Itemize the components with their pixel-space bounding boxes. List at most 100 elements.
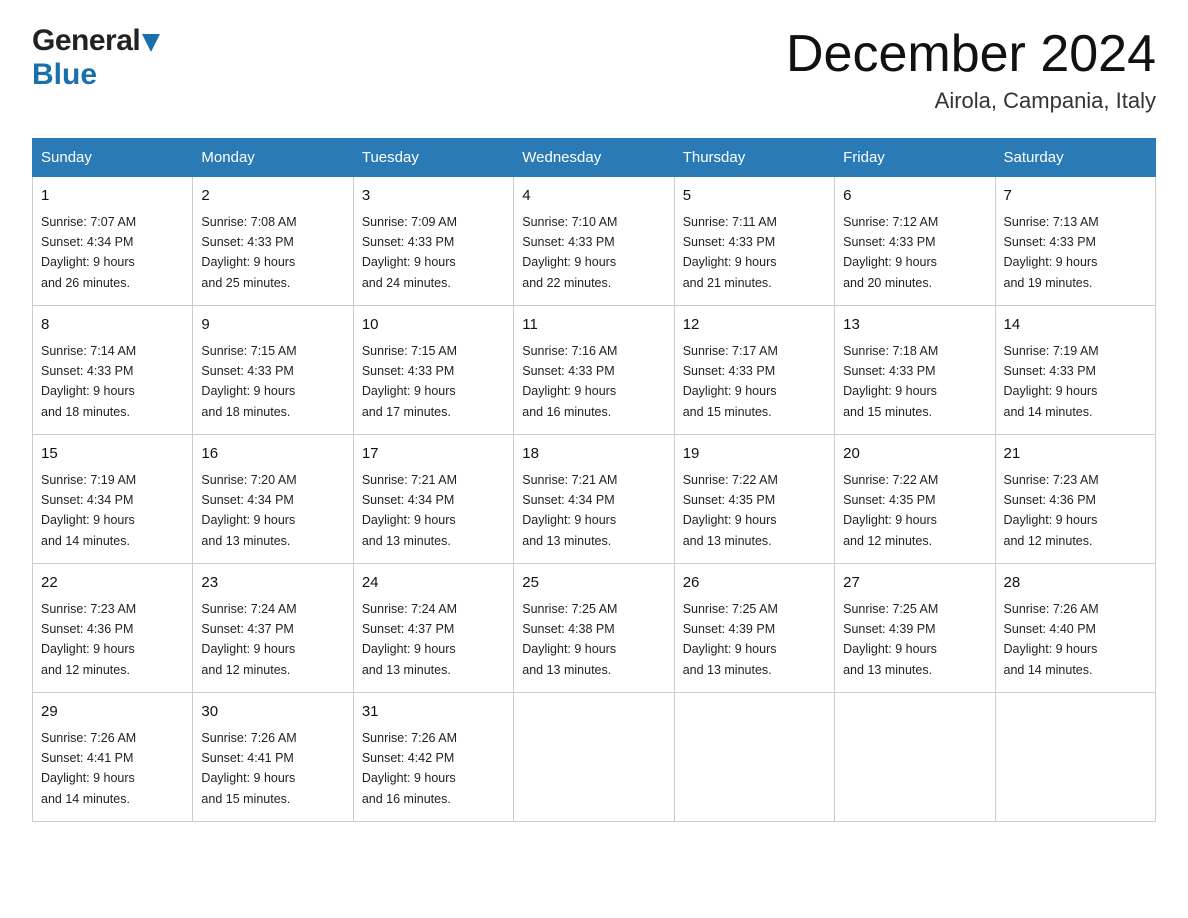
day-number: 29: [41, 701, 184, 724]
calendar-cell: 18 Sunrise: 7:21 AMSunset: 4:34 PMDaylig…: [514, 435, 674, 564]
calendar-week-row: 29 Sunrise: 7:26 AMSunset: 4:41 PMDaylig…: [33, 693, 1156, 822]
calendar-cell: 4 Sunrise: 7:10 AMSunset: 4:33 PMDayligh…: [514, 177, 674, 306]
calendar-cell: 31 Sunrise: 7:26 AMSunset: 4:42 PMDaylig…: [353, 693, 513, 822]
calendar-cell: 12 Sunrise: 7:17 AMSunset: 4:33 PMDaylig…: [674, 306, 834, 435]
calendar-cell: 30 Sunrise: 7:26 AMSunset: 4:41 PMDaylig…: [193, 693, 353, 822]
day-number: 25: [522, 572, 665, 595]
day-number: 13: [843, 314, 986, 337]
day-number: 16: [201, 443, 344, 466]
day-info: Sunrise: 7:25 AMSunset: 4:38 PMDaylight:…: [522, 602, 617, 677]
calendar-week-row: 8 Sunrise: 7:14 AMSunset: 4:33 PMDayligh…: [33, 306, 1156, 435]
calendar-cell: [514, 693, 674, 822]
day-info: Sunrise: 7:19 AMSunset: 4:34 PMDaylight:…: [41, 473, 136, 548]
day-info: Sunrise: 7:22 AMSunset: 4:35 PMDaylight:…: [843, 473, 938, 548]
calendar-week-row: 15 Sunrise: 7:19 AMSunset: 4:34 PMDaylig…: [33, 435, 1156, 564]
day-number: 20: [843, 443, 986, 466]
day-number: 27: [843, 572, 986, 595]
page-header: General Blue December 2024 Airola, Campa…: [32, 24, 1156, 114]
day-number: 24: [362, 572, 505, 595]
day-info: Sunrise: 7:26 AMSunset: 4:40 PMDaylight:…: [1004, 602, 1099, 677]
calendar-table: SundayMondayTuesdayWednesdayThursdayFrid…: [32, 138, 1156, 822]
calendar-cell: 17 Sunrise: 7:21 AMSunset: 4:34 PMDaylig…: [353, 435, 513, 564]
calendar-cell: 14 Sunrise: 7:19 AMSunset: 4:33 PMDaylig…: [995, 306, 1155, 435]
day-info: Sunrise: 7:17 AMSunset: 4:33 PMDaylight:…: [683, 344, 778, 419]
col-header-saturday: Saturday: [995, 139, 1155, 177]
calendar-cell: 27 Sunrise: 7:25 AMSunset: 4:39 PMDaylig…: [835, 564, 995, 693]
day-info: Sunrise: 7:23 AMSunset: 4:36 PMDaylight:…: [41, 602, 136, 677]
day-info: Sunrise: 7:26 AMSunset: 4:41 PMDaylight:…: [201, 731, 296, 806]
day-number: 15: [41, 443, 184, 466]
calendar-cell: 24 Sunrise: 7:24 AMSunset: 4:37 PMDaylig…: [353, 564, 513, 693]
day-number: 6: [843, 185, 986, 208]
day-number: 19: [683, 443, 826, 466]
day-number: 28: [1004, 572, 1147, 595]
day-info: Sunrise: 7:13 AMSunset: 4:33 PMDaylight:…: [1004, 215, 1099, 290]
day-info: Sunrise: 7:16 AMSunset: 4:33 PMDaylight:…: [522, 344, 617, 419]
day-info: Sunrise: 7:10 AMSunset: 4:33 PMDaylight:…: [522, 215, 617, 290]
day-number: 30: [201, 701, 344, 724]
calendar-cell: 8 Sunrise: 7:14 AMSunset: 4:33 PMDayligh…: [33, 306, 193, 435]
day-info: Sunrise: 7:18 AMSunset: 4:33 PMDaylight:…: [843, 344, 938, 419]
calendar-cell: 5 Sunrise: 7:11 AMSunset: 4:33 PMDayligh…: [674, 177, 834, 306]
day-number: 18: [522, 443, 665, 466]
day-info: Sunrise: 7:07 AMSunset: 4:34 PMDaylight:…: [41, 215, 136, 290]
col-header-tuesday: Tuesday: [353, 139, 513, 177]
calendar-cell: [674, 693, 834, 822]
calendar-cell: 2 Sunrise: 7:08 AMSunset: 4:33 PMDayligh…: [193, 177, 353, 306]
calendar-cell: 15 Sunrise: 7:19 AMSunset: 4:34 PMDaylig…: [33, 435, 193, 564]
day-number: 31: [362, 701, 505, 724]
day-info: Sunrise: 7:20 AMSunset: 4:34 PMDaylight:…: [201, 473, 296, 548]
day-info: Sunrise: 7:08 AMSunset: 4:33 PMDaylight:…: [201, 215, 296, 290]
calendar-cell: 28 Sunrise: 7:26 AMSunset: 4:40 PMDaylig…: [995, 564, 1155, 693]
calendar-week-row: 1 Sunrise: 7:07 AMSunset: 4:34 PMDayligh…: [33, 177, 1156, 306]
day-info: Sunrise: 7:24 AMSunset: 4:37 PMDaylight:…: [201, 602, 296, 677]
calendar-cell: 20 Sunrise: 7:22 AMSunset: 4:35 PMDaylig…: [835, 435, 995, 564]
col-header-thursday: Thursday: [674, 139, 834, 177]
calendar-cell: 9 Sunrise: 7:15 AMSunset: 4:33 PMDayligh…: [193, 306, 353, 435]
day-number: 7: [1004, 185, 1147, 208]
calendar-cell: 16 Sunrise: 7:20 AMSunset: 4:34 PMDaylig…: [193, 435, 353, 564]
calendar-cell: 19 Sunrise: 7:22 AMSunset: 4:35 PMDaylig…: [674, 435, 834, 564]
day-info: Sunrise: 7:22 AMSunset: 4:35 PMDaylight:…: [683, 473, 778, 548]
calendar-cell: 10 Sunrise: 7:15 AMSunset: 4:33 PMDaylig…: [353, 306, 513, 435]
day-info: Sunrise: 7:21 AMSunset: 4:34 PMDaylight:…: [362, 473, 457, 548]
day-number: 10: [362, 314, 505, 337]
day-number: 21: [1004, 443, 1147, 466]
calendar-cell: [835, 693, 995, 822]
calendar-cell: 22 Sunrise: 7:23 AMSunset: 4:36 PMDaylig…: [33, 564, 193, 693]
day-number: 8: [41, 314, 184, 337]
day-info: Sunrise: 7:11 AMSunset: 4:33 PMDaylight:…: [683, 215, 777, 290]
location-subtitle: Airola, Campania, Italy: [786, 88, 1156, 114]
day-info: Sunrise: 7:09 AMSunset: 4:33 PMDaylight:…: [362, 215, 457, 290]
col-header-wednesday: Wednesday: [514, 139, 674, 177]
logo-general-text: General: [32, 24, 140, 58]
day-number: 2: [201, 185, 344, 208]
day-number: 22: [41, 572, 184, 595]
day-number: 5: [683, 185, 826, 208]
logo-blue-text: Blue: [32, 58, 97, 92]
day-number: 14: [1004, 314, 1147, 337]
col-header-sunday: Sunday: [33, 139, 193, 177]
calendar-cell: 1 Sunrise: 7:07 AMSunset: 4:34 PMDayligh…: [33, 177, 193, 306]
day-number: 12: [683, 314, 826, 337]
logo-arrow-icon: [142, 28, 160, 54]
calendar-cell: [995, 693, 1155, 822]
day-info: Sunrise: 7:26 AMSunset: 4:41 PMDaylight:…: [41, 731, 136, 806]
day-number: 1: [41, 185, 184, 208]
day-info: Sunrise: 7:24 AMSunset: 4:37 PMDaylight:…: [362, 602, 457, 677]
day-info: Sunrise: 7:25 AMSunset: 4:39 PMDaylight:…: [843, 602, 938, 677]
calendar-cell: 21 Sunrise: 7:23 AMSunset: 4:36 PMDaylig…: [995, 435, 1155, 564]
col-header-friday: Friday: [835, 139, 995, 177]
day-info: Sunrise: 7:21 AMSunset: 4:34 PMDaylight:…: [522, 473, 617, 548]
calendar-cell: 23 Sunrise: 7:24 AMSunset: 4:37 PMDaylig…: [193, 564, 353, 693]
month-year-title: December 2024: [786, 24, 1156, 84]
calendar-cell: 6 Sunrise: 7:12 AMSunset: 4:33 PMDayligh…: [835, 177, 995, 306]
day-info: Sunrise: 7:12 AMSunset: 4:33 PMDaylight:…: [843, 215, 938, 290]
day-info: Sunrise: 7:23 AMSunset: 4:36 PMDaylight:…: [1004, 473, 1099, 548]
day-number: 23: [201, 572, 344, 595]
calendar-cell: 3 Sunrise: 7:09 AMSunset: 4:33 PMDayligh…: [353, 177, 513, 306]
calendar-cell: 25 Sunrise: 7:25 AMSunset: 4:38 PMDaylig…: [514, 564, 674, 693]
day-info: Sunrise: 7:25 AMSunset: 4:39 PMDaylight:…: [683, 602, 778, 677]
day-info: Sunrise: 7:14 AMSunset: 4:33 PMDaylight:…: [41, 344, 136, 419]
day-number: 4: [522, 185, 665, 208]
